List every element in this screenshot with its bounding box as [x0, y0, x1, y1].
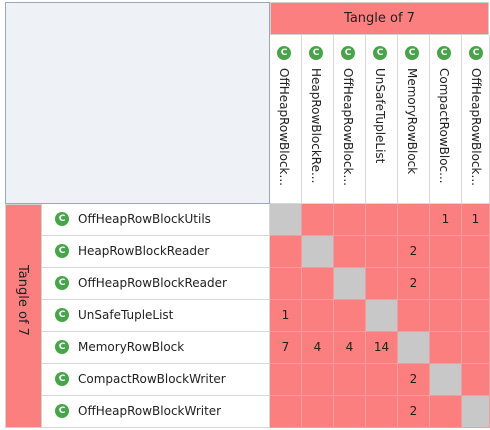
matrix-cell[interactable] [398, 300, 430, 332]
row-header-label: CompactRowBlockWriter [78, 372, 226, 386]
column-header-label: OffHeapRowBlock... [277, 68, 291, 186]
matrix-cell-diagonal[interactable] [302, 236, 334, 268]
matrix-cell[interactable] [334, 236, 366, 268]
class-icon: C [437, 46, 451, 60]
matrix-cell[interactable] [302, 204, 334, 236]
matrix-cell-diagonal[interactable] [366, 300, 398, 332]
matrix-cell[interactable]: 4 [302, 332, 334, 364]
class-icon: C [55, 244, 69, 258]
column-header-label: UnSafeTupleList [373, 68, 387, 164]
column-header-label: HeapRowBlockRe... [309, 68, 323, 184]
row-header-label: OffHeapRowBlockWriter [78, 404, 222, 418]
class-icon: C [277, 46, 291, 60]
matrix-cell[interactable]: 7 [270, 332, 302, 364]
row-header[interactable]: C OffHeapRowBlockWriter [42, 396, 270, 428]
class-icon: C [373, 46, 387, 60]
matrix-cell[interactable] [430, 236, 462, 268]
matrix-cell[interactable] [462, 332, 490, 364]
matrix-cell-diagonal[interactable] [430, 364, 462, 396]
matrix-cell[interactable]: 4 [334, 332, 366, 364]
column-header[interactable]: C OffHeapRowBlock... [270, 35, 302, 204]
row-header-label: HeapRowBlockReader [78, 244, 210, 258]
matrix-cell[interactable] [430, 268, 462, 300]
row-tangle-header[interactable]: Tangle of 7 [5, 204, 42, 428]
matrix-cell[interactable] [462, 300, 490, 332]
row-header[interactable]: C OffHeapRowBlockReader [42, 268, 270, 300]
column-tangle-header[interactable]: Tangle of 7 [270, 2, 489, 35]
matrix-cell[interactable] [270, 268, 302, 300]
column-header-label: MemoryRowBlock [405, 68, 419, 175]
class-icon: C [55, 276, 69, 290]
row-header-label: OffHeapRowBlockUtils [78, 212, 211, 226]
row-tangle-label: Tangle of 7 [15, 265, 30, 336]
class-icon: C [469, 46, 483, 60]
matrix-cell[interactable] [270, 236, 302, 268]
matrix-cell[interactable]: 2 [398, 236, 430, 268]
class-icon: C [55, 404, 69, 418]
row-header[interactable]: C OffHeapRowBlockUtils [42, 204, 270, 236]
matrix-corner [5, 2, 270, 204]
row-header-label: OffHeapRowBlockReader [78, 276, 227, 290]
column-header-label: OffHeapRowBlock... [469, 68, 483, 186]
class-icon: C [55, 340, 69, 354]
matrix-cell[interactable] [366, 236, 398, 268]
matrix-cell[interactable]: 2 [398, 364, 430, 396]
matrix-cell-diagonal[interactable] [270, 204, 302, 236]
matrix-cell[interactable] [302, 268, 334, 300]
matrix-cell[interactable] [462, 364, 490, 396]
matrix-cell[interactable] [334, 204, 366, 236]
matrix-cell[interactable]: 2 [398, 396, 430, 428]
matrix-cell[interactable] [334, 300, 366, 332]
class-icon: C [309, 46, 323, 60]
column-header-label: CompactRowBloc... [437, 68, 451, 184]
matrix-cell[interactable]: 1 [430, 204, 462, 236]
matrix-cell[interactable] [270, 364, 302, 396]
matrix-cell[interactable] [430, 300, 462, 332]
class-icon: C [405, 46, 419, 60]
matrix-cell-diagonal[interactable] [462, 396, 490, 428]
matrix-cell[interactable] [366, 268, 398, 300]
matrix-cell[interactable] [366, 396, 398, 428]
column-header-label: OffHeapRowBlock... [341, 68, 355, 186]
matrix-cell[interactable] [462, 268, 490, 300]
matrix-cell[interactable] [334, 364, 366, 396]
matrix-cell-diagonal[interactable] [398, 332, 430, 364]
class-icon: C [55, 308, 69, 322]
matrix-cell[interactable] [462, 236, 490, 268]
column-tangle-label: Tangle of 7 [344, 11, 415, 26]
matrix-cell[interactable] [334, 396, 366, 428]
matrix-cell[interactable]: 1 [462, 204, 490, 236]
matrix-cell[interactable] [302, 396, 334, 428]
row-header[interactable]: C MemoryRowBlock [42, 332, 270, 364]
row-header-label: MemoryRowBlock [78, 340, 185, 354]
matrix-cell[interactable] [430, 396, 462, 428]
matrix-cell[interactable] [302, 364, 334, 396]
matrix-cell[interactable] [270, 396, 302, 428]
row-header[interactable]: C UnSafeTupleList [42, 300, 270, 332]
class-icon: C [55, 372, 69, 386]
column-header[interactable]: C OffHeapRowBlock... [462, 35, 490, 204]
class-icon: C [341, 46, 355, 60]
matrix-cell[interactable] [366, 204, 398, 236]
column-header[interactable]: C HeapRowBlockRe... [302, 35, 334, 204]
matrix-cell[interactable] [398, 204, 430, 236]
row-header[interactable]: C CompactRowBlockWriter [42, 364, 270, 396]
class-icon: C [55, 212, 69, 226]
column-header[interactable]: C OffHeapRowBlock... [334, 35, 366, 204]
matrix-cell[interactable]: 2 [398, 268, 430, 300]
row-header-label: UnSafeTupleList [78, 308, 174, 322]
matrix-cell-diagonal[interactable] [334, 268, 366, 300]
column-header[interactable]: C CompactRowBloc... [430, 35, 462, 204]
column-header[interactable]: C UnSafeTupleList [366, 35, 398, 204]
matrix-cell[interactable] [430, 332, 462, 364]
row-header[interactable]: C HeapRowBlockReader [42, 236, 270, 268]
matrix-cell[interactable] [366, 364, 398, 396]
column-header[interactable]: C MemoryRowBlock [398, 35, 430, 204]
matrix-cell[interactable] [302, 300, 334, 332]
matrix-cell[interactable]: 1 [270, 300, 302, 332]
matrix-cell[interactable]: 14 [366, 332, 398, 364]
